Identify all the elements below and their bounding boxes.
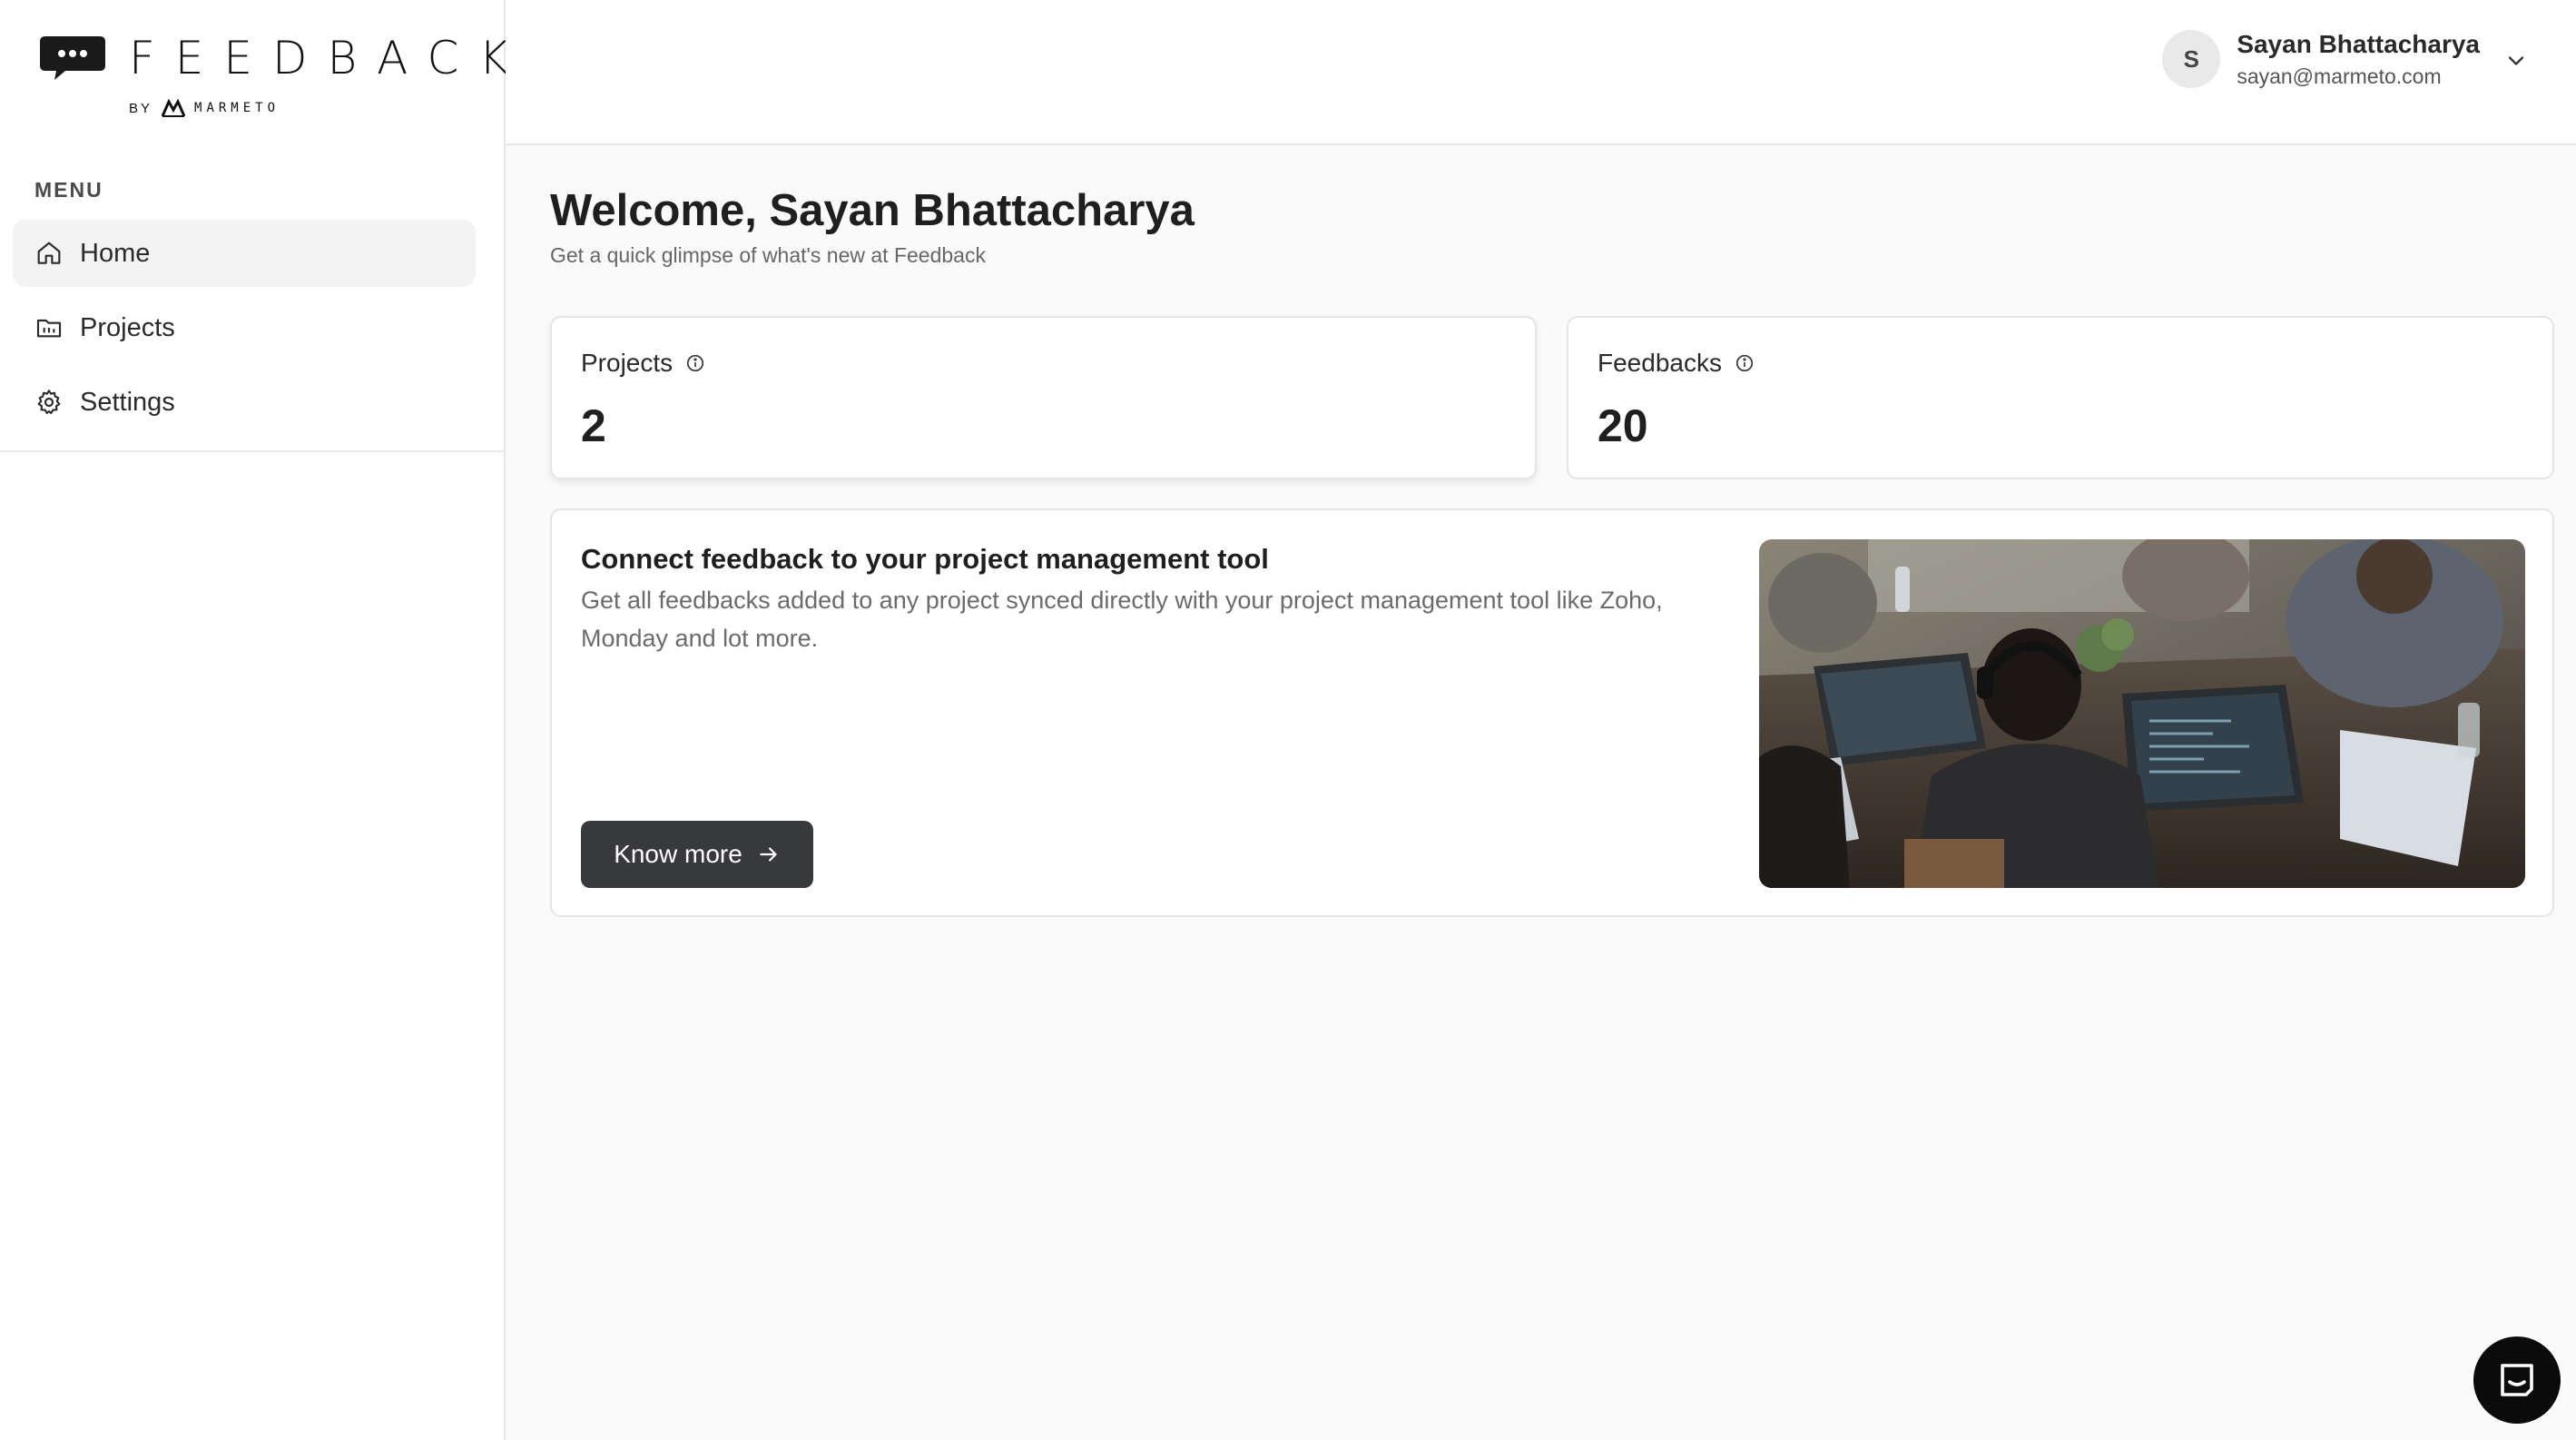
page-title: Welcome, Sayan Bhattacharya bbox=[550, 186, 1195, 235]
stat-value: 20 bbox=[1598, 400, 1648, 451]
user-info: Sayan Bhattacharya sayan@marmeto.com bbox=[2237, 27, 2480, 91]
stat-label: Projects bbox=[581, 349, 673, 377]
info-icon[interactable] bbox=[1735, 353, 1755, 373]
avatar: S bbox=[2162, 30, 2221, 88]
sidebar-item-projects[interactable]: Projects bbox=[13, 294, 476, 361]
know-more-button[interactable]: Know more bbox=[581, 821, 813, 888]
promo-card: Connect feedback to your project managem… bbox=[550, 508, 2554, 917]
app-logo[interactable]: FEEDBACK BY MARMETO bbox=[38, 31, 508, 122]
gear-icon bbox=[37, 390, 61, 415]
menu-label: MENU bbox=[34, 178, 103, 202]
page-subtitle: Get a quick glimpse of what's new at Fee… bbox=[550, 243, 986, 267]
chat-launcher-button[interactable] bbox=[2473, 1336, 2561, 1424]
info-icon[interactable] bbox=[685, 353, 705, 373]
sidebar-item-label: Settings bbox=[80, 387, 175, 417]
top-header: S Sayan Bhattacharya sayan@marmeto.com bbox=[506, 0, 2576, 145]
folder-icon bbox=[36, 319, 62, 338]
sidebar-item-settings[interactable]: Settings bbox=[13, 369, 476, 436]
sidebar-item-label: Projects bbox=[80, 312, 175, 342]
people-working-on-laptops-photo bbox=[1759, 539, 2525, 888]
logo-byline: BY MARMETO bbox=[129, 96, 280, 120]
sidebar-item-label: Home bbox=[80, 238, 151, 268]
stat-header: Feedbacks bbox=[1598, 349, 1755, 378]
stat-label: Feedbacks bbox=[1598, 349, 1722, 377]
chat-bubble-logo-icon bbox=[40, 36, 105, 80]
logo-wordmark: FEEDBACK bbox=[129, 32, 529, 84]
sidebar: FEEDBACK BY MARMETO MENU Home Projects S… bbox=[0, 0, 508, 1440]
sidebar-item-home[interactable]: Home bbox=[13, 220, 476, 287]
promo-description: Get all feedbacks added to any project s… bbox=[581, 587, 1663, 652]
promo-title: Connect feedback to your project managem… bbox=[581, 543, 1269, 575]
stat-header: Projects bbox=[581, 349, 705, 378]
chat-icon bbox=[2501, 1364, 2533, 1396]
marmeto-mark-icon bbox=[162, 99, 186, 117]
know-more-label: Know more bbox=[614, 840, 742, 868]
user-name: Sayan Bhattacharya bbox=[2237, 30, 2480, 58]
sidebar-nav: Home Projects Settings bbox=[13, 220, 476, 443]
stat-card-projects: Projects 2 bbox=[550, 316, 1537, 479]
logo-by-label: BY bbox=[129, 100, 153, 116]
user-menu[interactable]: S Sayan Bhattacharya sayan@marmeto.com bbox=[2162, 29, 2529, 89]
stat-card-feedbacks: Feedbacks 20 bbox=[1567, 316, 2554, 479]
chevron-down-icon[interactable] bbox=[2503, 48, 2529, 74]
sidebar-divider bbox=[0, 450, 506, 452]
arrow-right-icon bbox=[760, 847, 777, 862]
logo-company: MARMETO bbox=[194, 101, 280, 115]
user-email: sayan@marmeto.com bbox=[2237, 64, 2442, 88]
home-icon bbox=[37, 242, 61, 264]
stat-value: 2 bbox=[581, 400, 606, 451]
